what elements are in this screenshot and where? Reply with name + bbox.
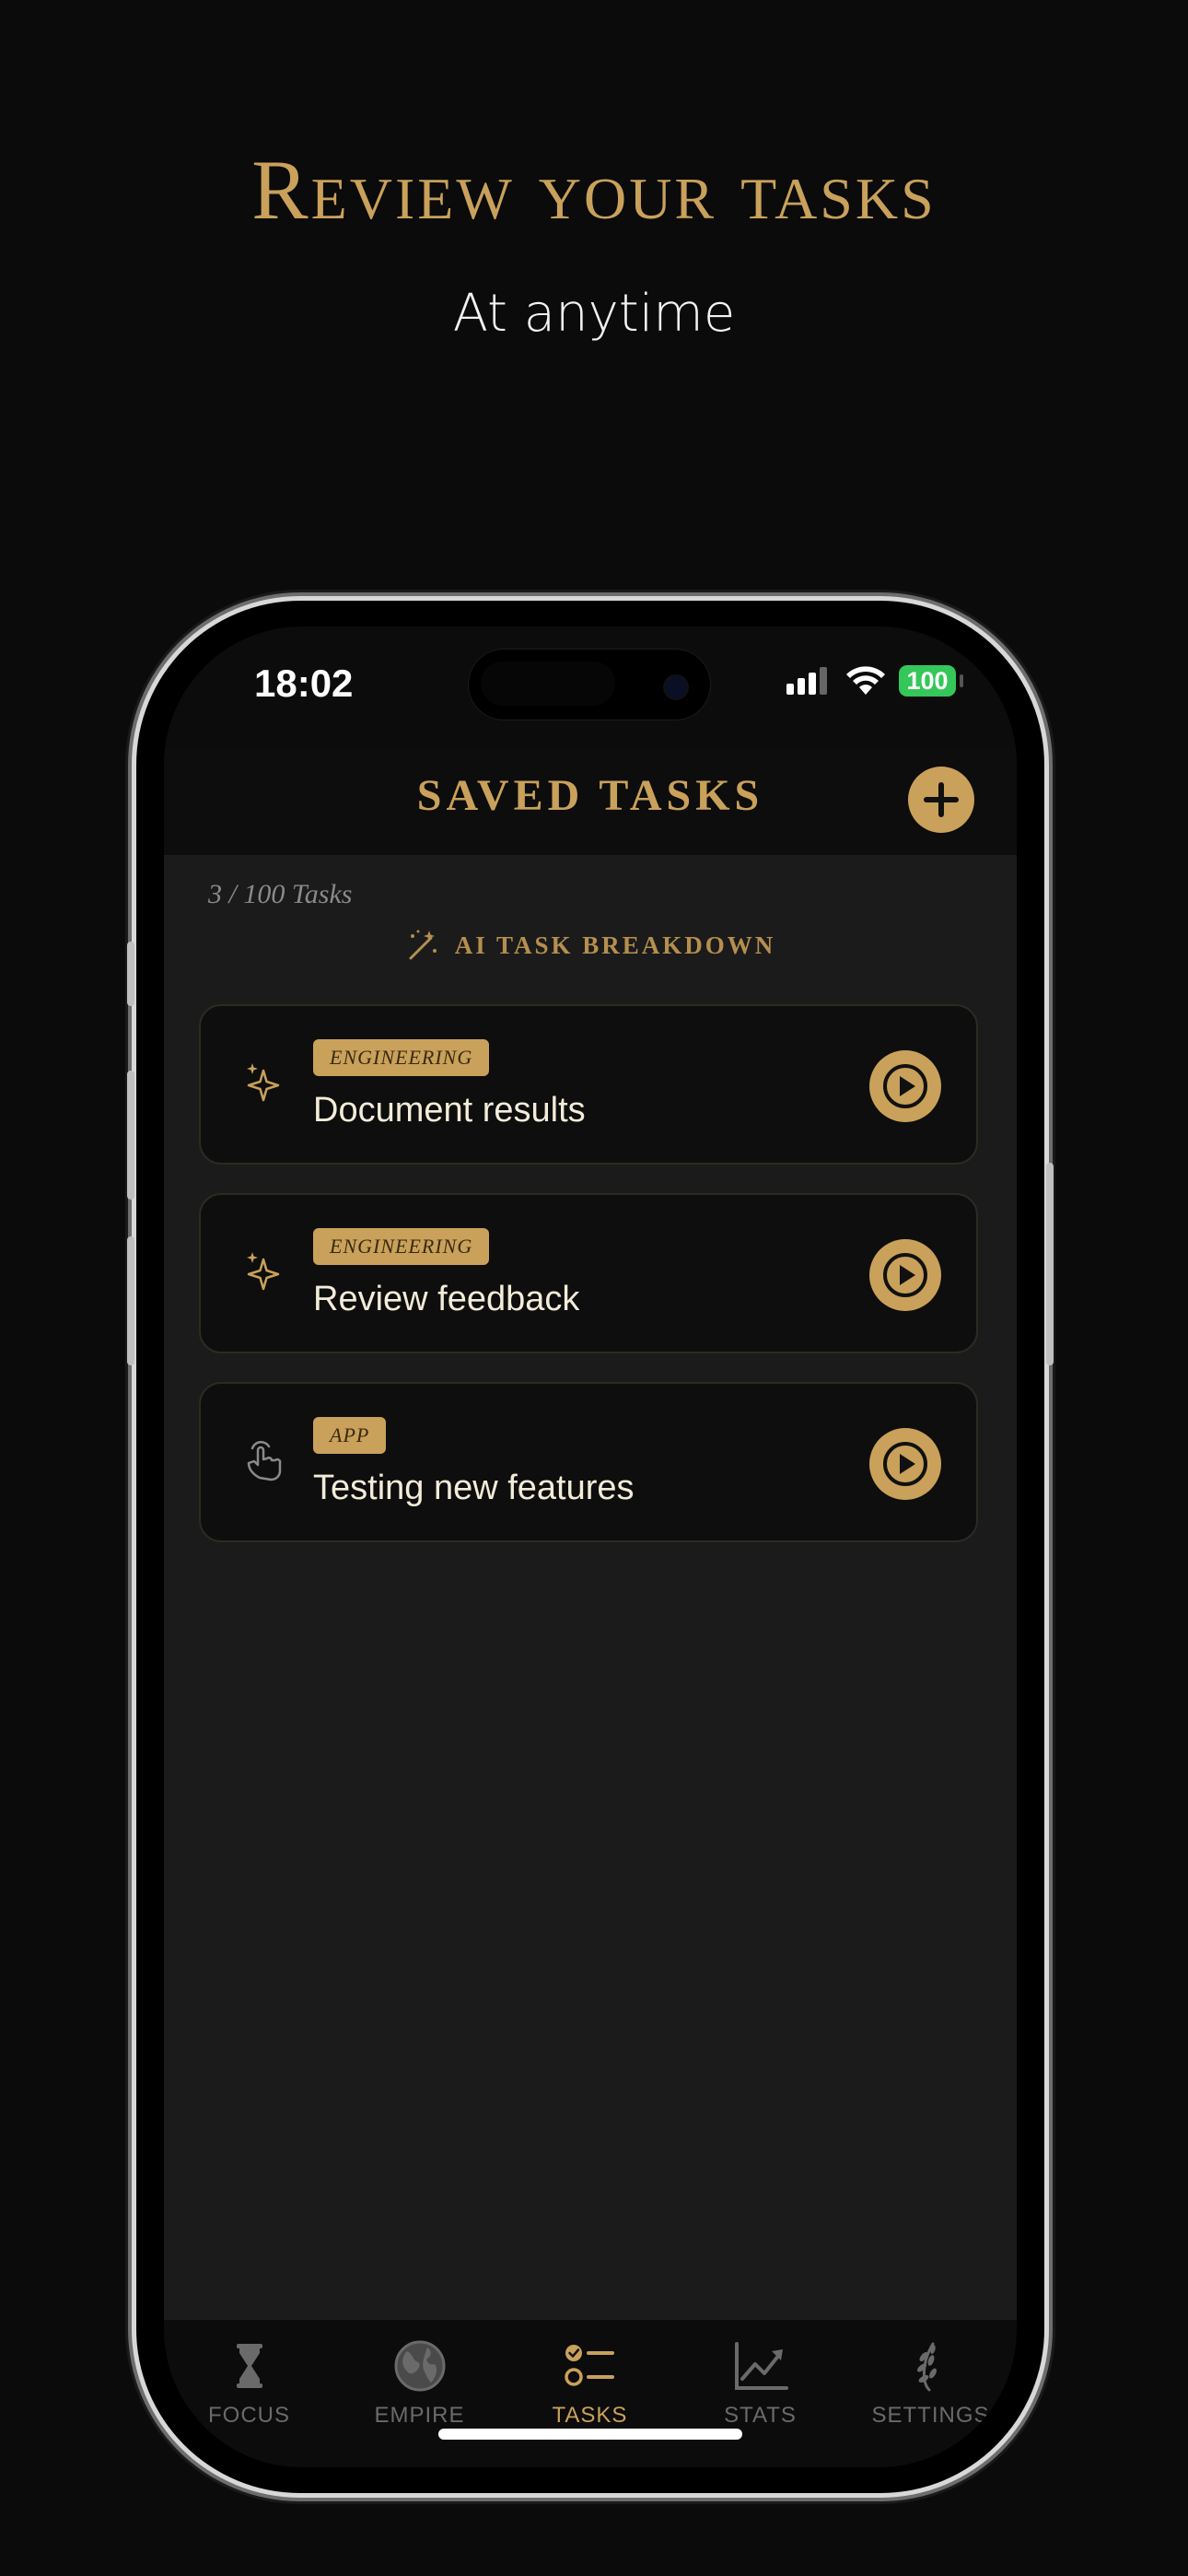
sparkles-icon [247, 1063, 280, 1102]
task-tag: ENGINEERING [313, 1039, 490, 1076]
task-title: Document results [313, 1091, 586, 1130]
tasks-count: 3 / 100 Tasks [208, 879, 353, 909]
tab-label: STATS [724, 2403, 797, 2428]
status-bar: 18:02 100 [164, 626, 1017, 755]
tab-bar: FOCUS EMPIRE TASKS STATS SETTINGS [164, 2320, 1017, 2467]
ai-task-breakdown-button[interactable]: AI TASK BREAKDOWN [164, 929, 1017, 975]
task-tag: ENGINEERING [313, 1228, 490, 1265]
phone-screen: 18:02 100 SAVED TASKS 3 / 100 Tasks AI T… [164, 626, 1017, 2467]
plus-icon [924, 782, 959, 817]
camera-icon [663, 674, 689, 700]
battery-indicator: 100 [899, 665, 956, 697]
task-card[interactable]: ENGINEERING Review feedback [199, 1193, 978, 1353]
power-button [1046, 1163, 1054, 1365]
chart-line-icon [734, 2342, 788, 2390]
start-task-button[interactable] [869, 1239, 941, 1311]
tab-label: FOCUS [208, 2403, 290, 2428]
tab-label: SETTINGS [871, 2403, 990, 2428]
promo-subheadline: At anytime [452, 284, 736, 344]
home-indicator[interactable] [438, 2429, 742, 2440]
hourglass-icon [236, 2344, 262, 2388]
start-task-button[interactable] [869, 1428, 941, 1500]
task-title: Review feedback [313, 1280, 580, 1318]
tab-empire[interactable]: EMPIRE [334, 2336, 505, 2429]
tab-tasks[interactable]: TASKS [505, 2336, 675, 2429]
tab-stats[interactable]: STATS [675, 2336, 845, 2429]
magic-wand-icon [409, 930, 437, 960]
tab-focus[interactable]: FOCUS [164, 2336, 334, 2429]
task-list-area: 3 / 100 Tasks AI TASK BREAKDOWN ENGINEER… [164, 855, 1017, 2320]
task-tag: APP [313, 1417, 387, 1454]
volume-down-button [127, 1236, 134, 1365]
sparkles-icon [247, 1252, 280, 1291]
wifi-icon [846, 666, 885, 695]
ai-task-breakdown-label: AI TASK BREAKDOWN [454, 931, 776, 959]
tab-settings[interactable]: SETTINGS [845, 2336, 1016, 2429]
battery-tip [960, 674, 963, 687]
dynamic-island [468, 649, 711, 720]
status-time: 18:02 [254, 662, 354, 705]
phone-frame: 18:02 100 SAVED TASKS 3 / 100 Tasks AI T… [127, 601, 1054, 2493]
globe-icon [394, 2340, 445, 2392]
tab-label: EMPIRE [374, 2403, 465, 2428]
hand-pointer-icon [247, 1440, 282, 1481]
laurel-icon [916, 2342, 937, 2392]
volume-up-button [127, 1071, 134, 1200]
promo-headline: Review your tasks [251, 143, 937, 237]
tab-label: TASKS [552, 2403, 628, 2428]
task-card[interactable]: APP Testing new features [199, 1382, 978, 1542]
task-card[interactable]: ENGINEERING Document results [199, 1004, 978, 1165]
add-task-button[interactable] [908, 767, 974, 833]
page-title: SAVED TASKS [416, 771, 764, 820]
task-title: Testing new features [313, 1469, 635, 1507]
play-icon [883, 1064, 927, 1108]
play-icon [883, 1253, 927, 1297]
start-task-button[interactable] [869, 1050, 941, 1122]
action-button [127, 942, 134, 1006]
app-header: SAVED TASKS [164, 746, 1017, 855]
checklist-icon [564, 2345, 614, 2386]
play-icon [883, 1442, 927, 1486]
cellular-signal-icon [786, 667, 827, 695]
